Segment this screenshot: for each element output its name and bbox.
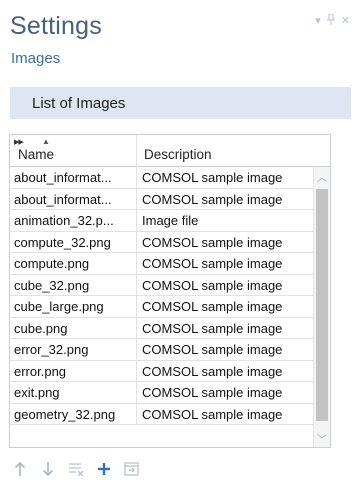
table-row[interactable]: geometry_32.png COMSOL sample image [10, 403, 330, 425]
cell-name[interactable]: compute.png [10, 253, 137, 275]
column-header-description[interactable]: Description [137, 135, 330, 167]
import-icon[interactable] [124, 461, 140, 477]
cell-description[interactable]: COMSOL sample image [137, 167, 313, 189]
sort-ascending-icon: ▲ [42, 137, 50, 146]
column-label-name: Name [18, 147, 55, 162]
scroll-up-icon[interactable]: ︿ [314, 169, 330, 184]
table-toolbar [12, 459, 140, 479]
cell-name[interactable]: about_informat... [10, 188, 137, 210]
table-row[interactable]: about_informat... COMSOL sample image [10, 188, 330, 210]
settings-panel: Settings Images ▾ ✕ List of Images ▶▶ ▲ … [0, 0, 358, 490]
table-body: about_informat... COMSOL sample image abo… [10, 167, 330, 425]
column-header-name[interactable]: ▶▶ ▲ Name [10, 135, 137, 167]
scroll-down-icon[interactable]: ﹀ [314, 431, 330, 446]
cell-name[interactable]: about_informat... [10, 167, 137, 189]
cell-description[interactable]: COMSOL sample image [137, 189, 313, 210]
cell-name[interactable]: exit.png [10, 382, 137, 404]
move-up-icon[interactable] [12, 461, 28, 477]
cell-description[interactable]: COMSOL sample image [137, 404, 313, 425]
cell-name[interactable]: compute_32.png [10, 231, 137, 253]
panel-subtitle: Images [11, 50, 61, 67]
table-row[interactable]: compute_32.png COMSOL sample image [10, 231, 330, 253]
cell-description[interactable]: COMSOL sample image [137, 318, 313, 339]
chevron-down-icon[interactable]: ▾ [315, 15, 321, 27]
clear-list-icon[interactable] [68, 461, 84, 477]
close-icon[interactable]: ✕ [341, 15, 350, 27]
cell-description[interactable]: COMSOL sample image [137, 232, 313, 253]
expand-columns-icon[interactable]: ▶▶ [14, 138, 24, 146]
cell-description[interactable]: COMSOL sample image [137, 339, 313, 361]
cell-name[interactable]: geometry_32.png [10, 403, 137, 425]
table-row[interactable]: error.png COMSOL sample image [10, 360, 330, 382]
cell-name[interactable]: cube_32.png [10, 274, 137, 296]
panel-title: Settings [10, 12, 102, 40]
column-label-description: Description [144, 147, 212, 162]
cell-description[interactable]: Image file [137, 210, 313, 232]
section-label: List of Images [32, 95, 126, 112]
table-row[interactable]: compute.png COMSOL sample image [10, 253, 330, 275]
table-row[interactable]: cube.png COMSOL sample image [10, 317, 330, 339]
move-down-icon[interactable] [40, 461, 56, 477]
cell-description[interactable]: COMSOL sample image [137, 275, 313, 296]
table-row[interactable]: cube_32.png COMSOL sample image [10, 274, 330, 296]
section-header[interactable]: List of Images [10, 87, 351, 119]
cell-description[interactable]: COMSOL sample image [137, 253, 313, 275]
table-row[interactable]: cube_large.png COMSOL sample image [10, 296, 330, 318]
pin-icon[interactable] [326, 13, 335, 28]
images-table: ▶▶ ▲ Name Description about_informat... C… [9, 134, 331, 448]
add-icon[interactable] [96, 461, 112, 477]
cell-description[interactable]: COMSOL sample image [137, 361, 313, 382]
table-row[interactable]: animation_32.p... Image file [10, 210, 330, 232]
cell-name[interactable]: cube.png [10, 317, 137, 339]
window-controls: ▾ ✕ [315, 13, 350, 28]
vertical-scrollbar[interactable]: ︿ ﹀ [313, 167, 330, 447]
cell-name[interactable]: cube_large.png [10, 296, 137, 318]
table-header: ▶▶ ▲ Name Description [10, 135, 330, 167]
table-row[interactable]: error_32.png COMSOL sample image [10, 339, 330, 361]
scroll-thumb[interactable] [316, 189, 328, 421]
cell-name[interactable]: error_32.png [10, 339, 137, 361]
cell-description[interactable]: COMSOL sample image [137, 382, 313, 404]
cell-name[interactable]: animation_32.p... [10, 210, 137, 232]
cell-description[interactable]: COMSOL sample image [137, 296, 313, 318]
table-row[interactable]: about_informat... COMSOL sample image [10, 167, 330, 189]
cell-name[interactable]: error.png [10, 360, 137, 382]
table-row[interactable]: exit.png COMSOL sample image [10, 382, 330, 404]
